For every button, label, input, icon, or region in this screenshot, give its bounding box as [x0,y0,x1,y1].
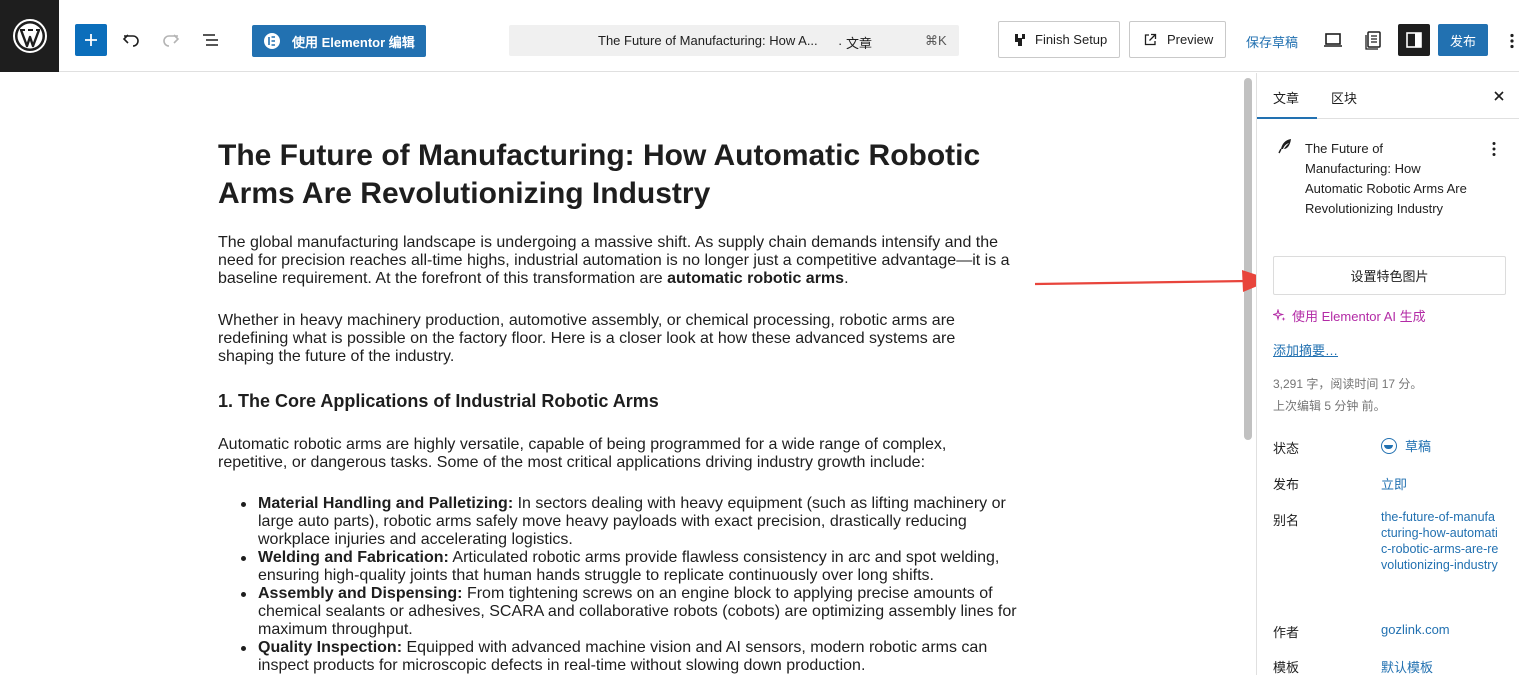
redo-icon [163,34,180,47]
publish-date-value[interactable]: 立即 [1381,474,1407,493]
section-heading[interactable]: 1. The Core Applications of Industrial R… [218,391,659,412]
ai-sparkle-icon [1273,309,1286,321]
edit-with-elementor-button[interactable]: 使用 Elementor 编辑 [252,25,426,57]
slug-value[interactable]: the-future-of-manufacturing-how-automati… [1381,509,1501,573]
document-bar[interactable]: The Future of Manufacturing: How A... · … [509,25,959,56]
template-label: 模板 [1273,660,1300,675]
annotation-arrow-icon [1034,270,1272,292]
editor-canvas: The Future of Manufacturing: How Automat… [0,73,1256,675]
list-item: Welding and Fabrication: Articulated rob… [241,549,1028,585]
post-title[interactable]: The Future of Manufacturing: How Automat… [218,137,1038,213]
preview-button[interactable]: Preview [1129,21,1226,58]
list-view-icon [203,34,218,46]
finish-setup-button[interactable]: Finish Setup [998,21,1120,58]
close-sidebar-button[interactable] [1489,86,1509,106]
paragraph-second[interactable]: Whether in heavy machinery production, a… [218,312,998,366]
add-block-button[interactable] [75,24,107,56]
status-value-text: 草稿 [1405,439,1432,454]
bold-text: automatic robotic arms [667,270,845,287]
plus-icon [85,34,97,46]
elementor-panel-button[interactable] [1358,24,1390,56]
list-item-bold: Assembly and Dispensing: [258,585,463,602]
status-label: 状态 [1273,441,1300,456]
template-value[interactable]: 默认模板 [1381,657,1433,675]
status-value[interactable]: 草稿 [1381,436,1431,455]
elementor-button-label: 使用 Elementor 编辑 [292,34,415,50]
sidebar-icon [1406,32,1422,48]
bullet-list[interactable]: Material Handling and Palletizing: In se… [241,495,1028,675]
paragraph-text: . [844,270,849,287]
editor-scrollbar-thumb[interactable] [1244,78,1252,440]
list-item-bold: Welding and Fabrication: [258,549,449,566]
options-menu-button[interactable] [1505,26,1519,56]
document-type: · 文章 [838,36,872,51]
set-featured-image-button[interactable]: 设置特色图片 [1273,256,1506,295]
document-title: The Future of Manufacturing: How A... [598,33,818,48]
publish-label: 发布 [1273,477,1300,492]
ai-generate-label: 使用 Elementor AI 生成 [1292,309,1426,324]
elementor-ai-generate-link[interactable]: 使用 Elementor AI 生成 [1273,306,1426,325]
document-overview-button[interactable] [195,24,227,56]
author-label: 作者 [1273,625,1300,640]
paragraph-intro[interactable]: The global manufacturing landscape is un… [218,234,1018,288]
external-link-icon [1144,33,1157,46]
word-count: 3,291 字，阅读时间 17 分。 [1273,377,1423,391]
close-icon [1494,91,1504,101]
post-card-title: The Future of Manufacturing: How Automat… [1305,141,1467,216]
post-feather-icon [1278,139,1291,154]
save-draft-button[interactable]: 保存草稿 [1246,32,1298,51]
paragraph-text: The global manufacturing landscape is un… [218,234,1010,287]
elementor-icon [264,33,280,49]
list-item: Quality Inspection: Equipped with advanc… [241,639,1028,675]
author-value[interactable]: gozlink.com [1381,622,1450,637]
list-item: Material Handling and Palletizing: In se… [241,495,1028,549]
paragraph-third[interactable]: Automatic robotic arms are highly versat… [218,436,988,472]
draft-status-icon [1381,437,1397,454]
last-edited: 上次编辑 5 分钟 前。 [1273,399,1386,413]
device-preview-button[interactable] [1317,24,1349,56]
undo-button[interactable] [115,24,147,56]
list-item-bold: Material Handling and Palletizing: [258,495,514,512]
document-icon [1365,31,1381,50]
setup-icon [1015,33,1025,46]
editor-header: 使用 Elementor 编辑 The Future of Manufactur… [0,0,1519,72]
finish-setup-label: Finish Setup [1035,32,1108,47]
slug-label: 别名 [1273,513,1300,528]
wordpress-logo-icon[interactable] [0,0,59,72]
preview-label: Preview [1167,32,1214,47]
post-actions-button[interactable] [1487,139,1501,159]
tab-block[interactable]: 区块 [1331,88,1357,107]
desktop-icon [1324,33,1342,47]
publish-button[interactable]: 发布 [1438,24,1488,56]
more-vertical-icon [1510,33,1514,49]
tab-post[interactable]: 文章 [1273,88,1299,107]
add-excerpt-link[interactable]: 添加摘要… [1273,340,1338,359]
more-vertical-icon [1492,142,1496,156]
list-item-bold: Quality Inspection: [258,639,403,656]
undo-icon [122,34,139,47]
command-shortcut: ⌘K [925,33,947,48]
list-item: Assembly and Dispensing: From tightening… [241,585,1028,639]
settings-sidebar-toggle[interactable] [1398,24,1430,56]
redo-button[interactable] [155,24,187,56]
active-tab-indicator [1257,117,1317,119]
settings-sidebar: 文章 区块 The Future of Manufacturing: How A… [1256,73,1519,675]
sidebar-tabs: 文章 区块 [1257,73,1519,119]
